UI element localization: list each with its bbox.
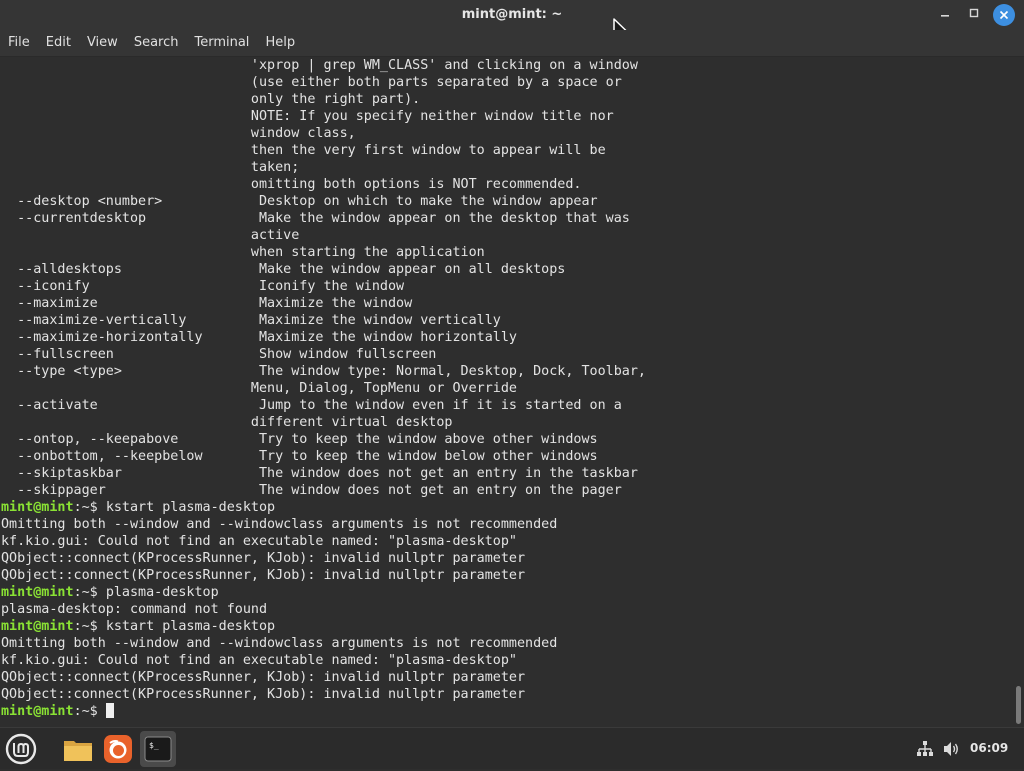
- output-line: --iconify Iconify the window: [1, 279, 405, 294]
- output-line: QObject::connect(KProcessRunner, KJob): …: [1, 568, 526, 583]
- output-line: taken;: [1, 160, 300, 175]
- firefox-button[interactable]: [100, 731, 136, 767]
- output-line: 'xprop | grep WM_CLASS' and clicking on …: [1, 58, 638, 73]
- prompt-path: :~$: [73, 704, 106, 719]
- command-text: kstart plasma-desktop: [105, 619, 276, 634]
- terminal-taskbar-button[interactable]: $_: [140, 731, 176, 767]
- close-button[interactable]: [993, 4, 1015, 26]
- files-button[interactable]: [60, 731, 96, 767]
- prompt-line: mint@mint:~$ kstart plasma-desktop: [1, 618, 275, 635]
- menu-edit[interactable]: Edit: [38, 30, 79, 56]
- output-line: window class,: [1, 126, 356, 141]
- minimize-button[interactable]: [934, 4, 956, 26]
- terminal-icon: $_: [144, 736, 172, 762]
- menu-file[interactable]: File: [0, 30, 38, 56]
- output-line: --onbottom, --keepbelow Try to keep the …: [1, 449, 598, 464]
- output-line: --maximize-horizontally Maximize the win…: [1, 330, 517, 345]
- output-line: --skiptaskbar The window does not get an…: [1, 466, 638, 481]
- taskbar: $_ 06:09: [0, 727, 1024, 769]
- output-line: --currentdesktop Make the window appear …: [1, 211, 630, 226]
- window-title: mint@mint: ~: [461, 7, 563, 22]
- output-line: --desktop <number> Desktop on which to m…: [1, 194, 598, 209]
- prompt-path: :~$: [73, 585, 106, 600]
- prompt-user-host: mint@mint: [1, 619, 74, 634]
- output-line: NOTE: If you specify neither window titl…: [1, 109, 614, 124]
- output-line: only the right part).: [1, 92, 421, 107]
- prompt-line: mint@mint:~$ kstart plasma-desktop: [1, 499, 275, 516]
- menu-bar: File Edit View Search Terminal Help: [0, 30, 1024, 57]
- output-line: (use either both parts separated by a sp…: [1, 75, 622, 90]
- output-line: Menu, Dialog, TopMenu or Override: [1, 381, 517, 396]
- scrollbar-thumb[interactable]: [1016, 686, 1021, 724]
- output-line: then the very first window to appear wil…: [1, 143, 606, 158]
- firefox-icon: [104, 735, 132, 763]
- output-line: QObject::connect(KProcessRunner, KJob): …: [1, 551, 526, 566]
- output-line: --type <type> The window type: Normal, D…: [1, 364, 646, 379]
- menu-view[interactable]: View: [79, 30, 126, 56]
- output-line: --skippager The window does not get an e…: [1, 483, 622, 498]
- menu-terminal[interactable]: Terminal: [186, 30, 257, 56]
- prompt-line: mint@mint:~$: [1, 703, 114, 720]
- clock[interactable]: 06:09: [970, 728, 1008, 769]
- menu-help[interactable]: Help: [257, 30, 303, 56]
- output-line: --maximize Maximize the window: [1, 296, 413, 311]
- output-line: omitting both options is NOT recommended…: [1, 177, 582, 192]
- prompt-user-host: mint@mint: [1, 500, 74, 515]
- start-menu-button[interactable]: [3, 731, 39, 767]
- output-line: when starting the application: [1, 245, 485, 260]
- minimize-icon: [941, 15, 949, 17]
- output-line: --maximize-vertically Maximize the windo…: [1, 313, 501, 328]
- output-line: QObject::connect(KProcessRunner, KJob): …: [1, 687, 526, 702]
- prompt-user-host: mint@mint: [1, 585, 74, 600]
- network-icon[interactable]: [916, 740, 934, 758]
- output-line: active: [1, 228, 300, 243]
- output-line: plasma-desktop: command not found: [1, 602, 268, 617]
- svg-text:$_: $_: [149, 741, 159, 750]
- terminal-output[interactable]: 'xprop | grep WM_CLASS' and clicking on …: [0, 57, 1012, 726]
- title-bar: mint@mint: ~: [0, 0, 1024, 41]
- output-line: Omitting both --window and --windowclass…: [1, 517, 558, 532]
- output-line: --ontop, --keepabove Try to keep the win…: [1, 432, 598, 447]
- prompt-user-host: mint@mint: [1, 704, 74, 719]
- maximize-icon: [969, 8, 979, 18]
- command-text: kstart plasma-desktop: [105, 500, 276, 515]
- command-text: plasma-desktop: [105, 585, 219, 600]
- mint-logo-icon: [5, 733, 37, 765]
- output-line: kf.kio.gui: Could not find an executable…: [1, 534, 517, 549]
- folder-icon: [64, 741, 92, 761]
- output-line: QObject::connect(KProcessRunner, KJob): …: [1, 670, 526, 685]
- output-line: kf.kio.gui: Could not find an executable…: [1, 653, 517, 668]
- maximize-button[interactable]: [963, 4, 985, 26]
- menu-search[interactable]: Search: [126, 30, 187, 56]
- terminal-scrollbar[interactable]: [1013, 57, 1024, 726]
- output-line: --fullscreen Show window fullscreen: [1, 347, 437, 362]
- close-icon: [999, 10, 1009, 20]
- volume-icon[interactable]: [942, 740, 960, 758]
- output-line: different virtual desktop: [1, 415, 453, 430]
- prompt-line: mint@mint:~$ plasma-desktop: [1, 584, 219, 601]
- prompt-path: :~$: [73, 619, 106, 634]
- output-line: Omitting both --window and --windowclass…: [1, 636, 558, 651]
- output-line: --alldesktops Make the window appear on …: [1, 262, 566, 277]
- prompt-path: :~$: [73, 500, 106, 515]
- output-line: --activate Jump to the window even if it…: [1, 398, 622, 413]
- text-cursor: [105, 703, 114, 718]
